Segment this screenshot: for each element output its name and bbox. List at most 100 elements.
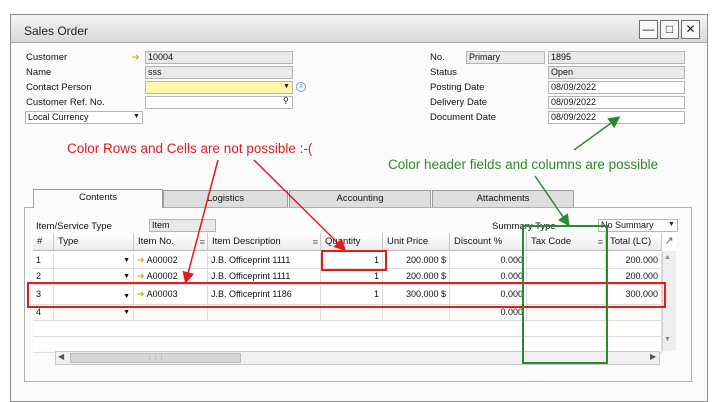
tax-code-cell[interactable] (527, 305, 606, 321)
tab-attachments[interactable]: Attachments (432, 190, 574, 207)
total-cell[interactable] (606, 305, 662, 321)
item-no-value: A00002 (146, 255, 178, 265)
scroll-left-icon[interactable]: ◀ (58, 352, 64, 361)
description-cell[interactable]: J.B. Officeprint 1186 (208, 285, 321, 305)
item-no-value: A00003 (146, 289, 178, 299)
tax-code-cell[interactable] (527, 285, 606, 305)
description-cell[interactable] (208, 305, 321, 321)
status-field[interactable]: Open (548, 66, 685, 79)
dropdown-icon[interactable]: ▼ (283, 83, 290, 90)
quantity-cell[interactable] (321, 305, 383, 321)
row-number: 2 (33, 269, 54, 285)
currency-select[interactable]: Local Currency (25, 111, 143, 124)
quantity-cell[interactable]: 1 (321, 253, 383, 269)
items-table: # Type Item No. ≡ Item Description ≡ Quant… (33, 233, 676, 353)
minimize-icon[interactable]: — (639, 20, 658, 39)
tab-contents[interactable]: Contents (33, 189, 163, 208)
link-arrow-icon[interactable]: ➔ (132, 51, 140, 64)
search-icon[interactable]: ⚲ (283, 96, 289, 105)
column-header-type[interactable]: Type (54, 233, 134, 251)
summary-type-label: Summary Type (492, 221, 556, 232)
dropdown-icon[interactable]: ▼ (668, 221, 675, 228)
discount-cell[interactable]: 0.000 (450, 253, 527, 269)
close-icon[interactable]: ✕ (681, 20, 700, 39)
title-bar[interactable] (11, 15, 707, 43)
link-arrow-icon[interactable]: ➔ (137, 289, 145, 299)
link-arrow-icon[interactable]: ➔ (137, 255, 145, 265)
delivery-date-label: Delivery Date (430, 97, 488, 108)
type-cell[interactable]: ▼ (54, 269, 134, 285)
tab-accounting[interactable]: Accounting (289, 190, 431, 207)
column-header-description[interactable]: Item Description ≡ (208, 233, 321, 251)
column-header-unit-price[interactable]: Unit Price (383, 233, 450, 251)
summary-type-select[interactable]: No Summary (598, 219, 678, 232)
description-cell[interactable]: J.B. Officeprint 1111 (208, 269, 321, 285)
discount-cell[interactable]: 0.000 (450, 285, 527, 305)
scroll-down-icon[interactable]: ▼ (664, 336, 671, 343)
row-number: 1 (33, 253, 54, 269)
discount-cell[interactable]: 0.000 (450, 269, 527, 285)
total-cell[interactable]: 300.000 (606, 285, 662, 305)
unit-price-cell[interactable]: 200.000 $ (383, 269, 450, 285)
discount-cell[interactable]: 0.000 (450, 305, 527, 321)
scroll-up-icon[interactable]: ▲ (664, 254, 671, 261)
total-cell[interactable]: 200.000 (606, 253, 662, 269)
unit-price-cell[interactable]: 300.000 $ (383, 285, 450, 305)
document-date-field[interactable]: 08/09/2022 (548, 111, 685, 124)
scroll-right-icon[interactable]: ▶ (650, 352, 656, 361)
description-cell[interactable]: J.B. Officeprint 1111 (208, 253, 321, 269)
window-title: Sales Order (24, 24, 89, 38)
customer-field[interactable]: 10004 (145, 51, 293, 64)
name-field[interactable]: sss (145, 66, 293, 79)
expand-icon[interactable]: ↗ (662, 233, 676, 251)
contact-person-field[interactable] (145, 81, 293, 94)
dropdown-icon[interactable]: ▼ (123, 253, 130, 268)
link-arrow-icon[interactable]: ➔ (137, 271, 145, 281)
customer-ref-field[interactable] (145, 96, 293, 109)
column-header-discount[interactable]: Discount % (450, 233, 527, 251)
unit-price-cell[interactable] (383, 305, 450, 321)
tax-code-cell[interactable] (527, 269, 606, 285)
item-no-cell[interactable]: ➔ A00002 (134, 253, 208, 269)
annotation-rows-cells: Color Rows and Cells are not possible :-… (67, 141, 313, 156)
document-date-label: Document Date (430, 112, 497, 123)
item-type-field[interactable]: Item (149, 219, 216, 232)
unit-price-cell[interactable]: 200.000 $ (383, 253, 450, 269)
posting-date-field[interactable]: 08/09/2022 (548, 81, 685, 94)
row-number: 3 (33, 285, 54, 305)
tax-code-cell[interactable] (527, 253, 606, 269)
column-header-tax-code[interactable]: Tax Code ≡ (527, 233, 606, 251)
dropdown-icon[interactable]: ▼ (123, 305, 130, 320)
dropdown-icon[interactable]: ▼ (133, 113, 140, 120)
total-cell[interactable]: 200.000 (606, 269, 662, 285)
sort-icon[interactable]: ≡ (200, 233, 205, 250)
series-field[interactable]: Primary (466, 51, 545, 64)
no-label: No. (430, 52, 445, 63)
annotation-header-columns: Color header fields and columns are poss… (388, 157, 659, 172)
item-no-cell[interactable]: ➔ A00003 (134, 285, 208, 305)
column-header-item-no[interactable]: Item No. ≡ (134, 233, 208, 251)
scroll-thumb[interactable]: ⋮⋮⋮ (70, 353, 241, 363)
ref-label: Customer Ref. No. (26, 97, 105, 108)
type-cell[interactable]: ▼ (54, 253, 134, 269)
column-header-item-no-label: Item No. (138, 236, 174, 247)
column-header-total[interactable]: Total (LC) (606, 233, 662, 251)
list-icon[interactable]: ≡ (296, 82, 306, 92)
sort-icon[interactable]: ≡ (598, 233, 603, 250)
type-cell[interactable]: ▼ (54, 305, 134, 321)
tab-logistics[interactable]: Logistics (163, 190, 288, 207)
column-header-num[interactable]: # (33, 233, 54, 251)
dropdown-icon[interactable]: ▼ (123, 269, 130, 284)
contact-label: Contact Person (26, 82, 92, 93)
maximize-icon[interactable]: □ (660, 20, 679, 39)
doc-number-field[interactable]: 1895 (548, 51, 685, 64)
quantity-cell[interactable]: 1 (321, 269, 383, 285)
sort-icon[interactable]: ≡ (313, 233, 318, 250)
type-cell[interactable]: ▼ (54, 285, 134, 305)
delivery-date-field[interactable]: 08/09/2022 (548, 96, 685, 109)
column-header-quantity[interactable]: Quantity (321, 233, 383, 251)
item-no-cell[interactable] (134, 305, 208, 321)
dropdown-icon[interactable]: ▼ (123, 287, 130, 304)
quantity-cell[interactable]: 1 (321, 285, 383, 305)
item-no-cell[interactable]: ➔ A00002 (134, 269, 208, 285)
